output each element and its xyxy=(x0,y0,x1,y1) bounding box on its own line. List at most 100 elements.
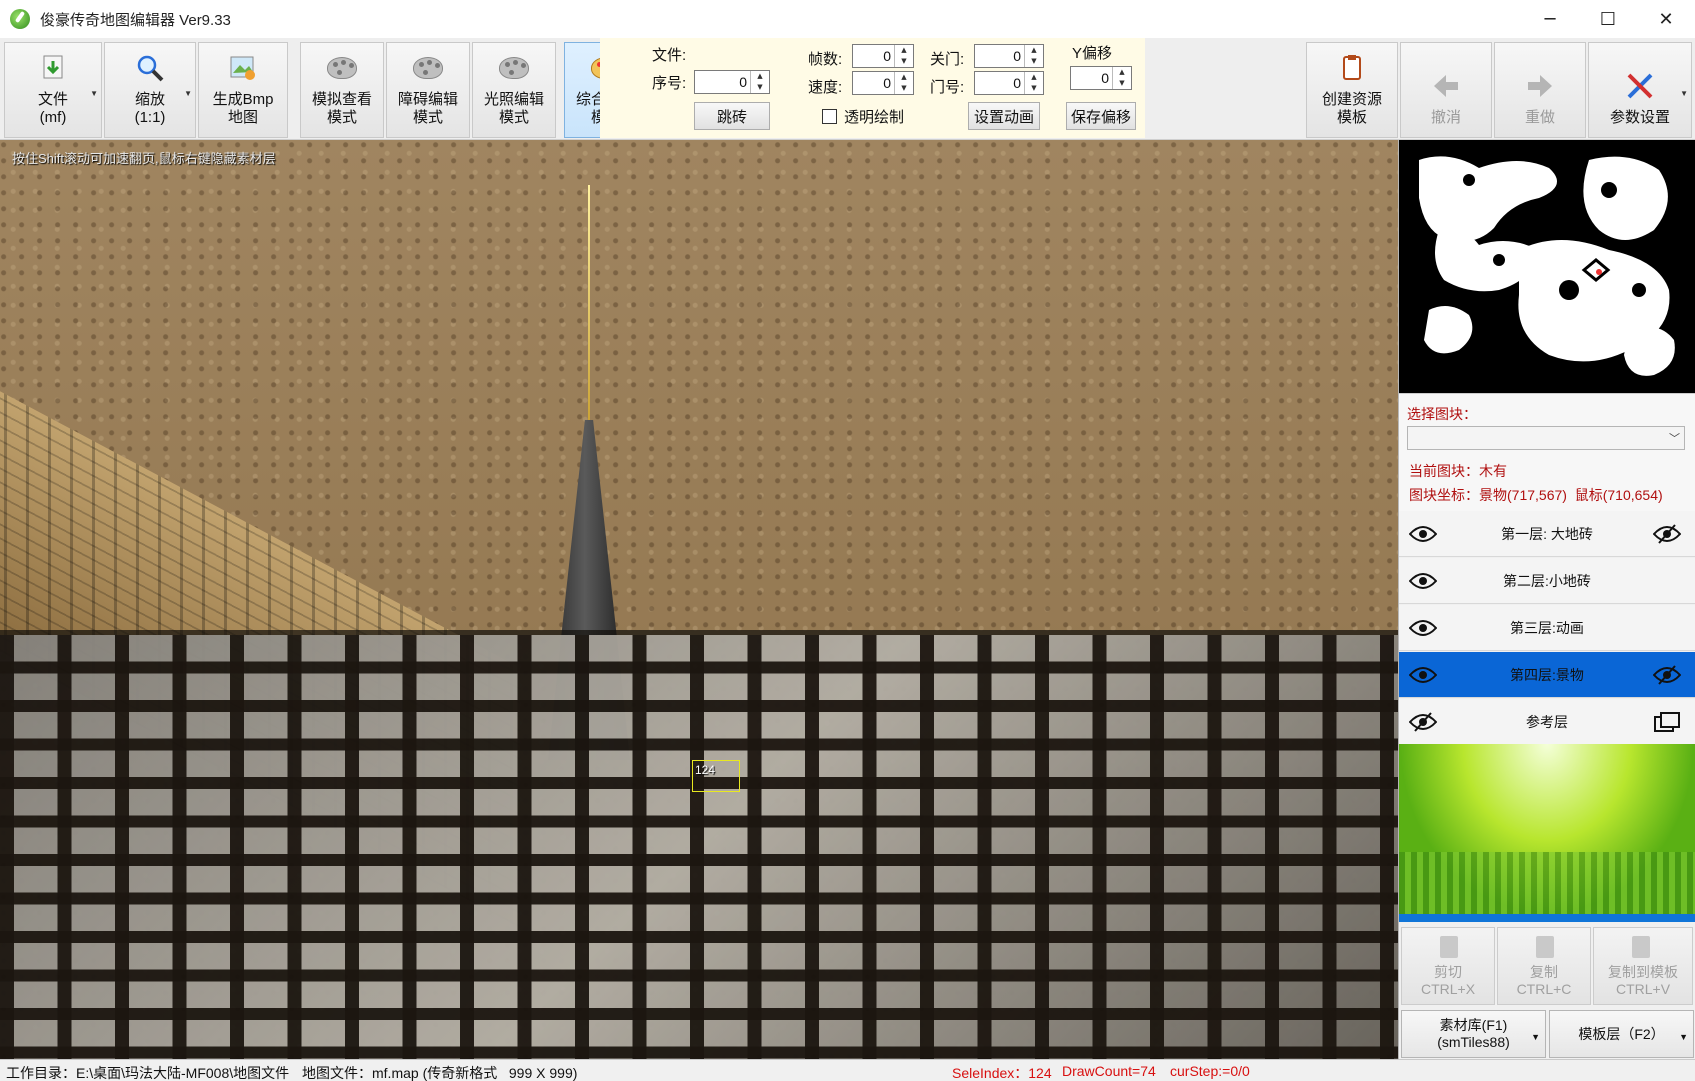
spin-down-icon[interactable]: ▼ xyxy=(895,83,913,94)
material-library-button[interactable]: 素材库(F1) (smTiles88) ▼ xyxy=(1401,1010,1546,1058)
spin-down-icon[interactable]: ▼ xyxy=(895,56,913,67)
frames-value: 0 xyxy=(883,48,891,64)
settings-dropdown-arrow-icon[interactable]: ▼ xyxy=(1680,85,1688,103)
spin-down-icon[interactable]: ▼ xyxy=(1113,78,1131,89)
map-file-info: 地图文件：mf.map (传奇新格式 999 X 999) xyxy=(302,1065,578,1081)
file-dropdown-arrow-icon[interactable]: ▼ xyxy=(90,85,98,103)
clipboard-icon xyxy=(1335,53,1369,83)
gate-stepper[interactable]: 0 ▲ ▼ xyxy=(974,44,1044,68)
window-controls: ─ ☐ ✕ xyxy=(1521,0,1695,38)
generate-bmp-button[interactable]: 生成Bmp 地图 xyxy=(198,42,288,138)
chevron-down-icon: ﹀ xyxy=(1669,433,1680,445)
arrow-left-icon xyxy=(1429,71,1463,101)
minimap[interactable] xyxy=(1399,140,1695,393)
preview-scrollbar[interactable] xyxy=(1399,914,1695,922)
frames-stepper[interactable]: 0 ▲ ▼ xyxy=(852,44,914,68)
tower-spire xyxy=(588,185,590,425)
close-button[interactable]: ✕ xyxy=(1637,0,1695,38)
copy-to-template-button[interactable]: 复制到模板 CTRL+V xyxy=(1593,927,1693,1005)
select-tile-label: 选择图块： xyxy=(1407,406,1477,422)
tile-grid[interactable] xyxy=(0,635,1398,1059)
copy-label: 复制 CTRL+C xyxy=(1516,964,1572,997)
simulate-view-mode-button[interactable]: 模拟查看 模式 xyxy=(300,42,384,138)
clipboard-icon xyxy=(1440,936,1458,958)
minimize-button[interactable]: ─ xyxy=(1521,0,1579,38)
create-resource-template-button[interactable]: 创建资源 模板 xyxy=(1306,42,1398,138)
save-offset-button[interactable]: 保存偏移 xyxy=(1066,102,1136,130)
spin-up-icon[interactable]: ▲ xyxy=(1025,72,1043,83)
spin-up-icon[interactable]: ▲ xyxy=(895,72,913,83)
layer-1-label: 第一层: 大地砖 xyxy=(1501,525,1593,542)
undo-label: 撤消 xyxy=(1430,109,1461,126)
tile-coords-label: 图块坐标：景物(717,567) 鼠标(710,654) xyxy=(1409,487,1663,503)
reference-layer-label: 参考层 xyxy=(1526,713,1568,730)
transparent-draw-checkbox[interactable] xyxy=(822,109,837,124)
spin-up-icon[interactable]: ▲ xyxy=(1113,67,1131,78)
draw-count: DrawCount=74 xyxy=(1062,1063,1156,1079)
layer-2-item[interactable]: 第二层:小地砖 xyxy=(1399,558,1695,604)
zoom-dropdown-arrow-icon[interactable]: ▼ xyxy=(184,85,192,103)
layer-4-label: 第四层:景物 xyxy=(1510,666,1584,683)
reference-layer-item[interactable]: 参考层 xyxy=(1399,699,1695,745)
cut-label: 剪切 CTRL+X xyxy=(1420,964,1476,997)
spin-down-icon[interactable]: ▼ xyxy=(1025,56,1043,67)
jump-button[interactable]: 跳砖 xyxy=(694,102,770,130)
obstacle-edit-mode-button[interactable]: 障碍编辑 模式 xyxy=(386,42,470,138)
template-layer-button[interactable]: 模板层（F2） ▼ xyxy=(1549,1010,1694,1058)
template-dropdown-arrow-icon[interactable]: ▼ xyxy=(1679,1029,1688,1046)
redo-button[interactable]: 重做 xyxy=(1494,42,1586,138)
undo-button[interactable]: 撤消 xyxy=(1400,42,1492,138)
file-prop-label: 文件: xyxy=(652,47,687,64)
selected-tile-marker[interactable]: 124 xyxy=(692,760,740,792)
generate-bmp-label: 生成Bmp 地图 xyxy=(212,91,274,126)
eye-icon[interactable] xyxy=(1409,570,1437,592)
eye-icon[interactable] xyxy=(1409,617,1437,639)
layer-4-item[interactable]: 第四层:景物 xyxy=(1399,652,1695,698)
copy-button[interactable]: 复制 CTRL+C xyxy=(1497,927,1591,1005)
tile-select-panel: 选择图块： ﹀ 当前图块：木有 图块坐标：景物(717,567) 鼠标(710,… xyxy=(1399,393,1695,511)
spin-up-icon[interactable]: ▲ xyxy=(895,45,913,56)
cut-button[interactable]: 剪切 CTRL+X xyxy=(1401,927,1495,1005)
spin-up-icon[interactable]: ▲ xyxy=(751,71,769,82)
spin-down-icon[interactable]: ▼ xyxy=(1025,83,1043,94)
copy-template-label: 复制到模板 CTRL+V xyxy=(1608,964,1678,997)
index-stepper[interactable]: 0 ▲ ▼ xyxy=(694,70,770,94)
sele-index: SeleIndex：124 xyxy=(952,1065,1052,1081)
eye-slash-icon[interactable] xyxy=(1653,664,1681,686)
layer-3-item[interactable]: 第三层:动画 xyxy=(1399,605,1695,651)
main-toolbar: 文件 (mf) ▼ 缩放 (1:1) ▼ 生成Bmp 地图 模拟查看 模式 障碍… xyxy=(0,38,1695,140)
overlap-windows-icon[interactable] xyxy=(1653,711,1681,733)
eye-slash-icon[interactable] xyxy=(1409,711,1437,733)
right-panel: 选择图块： ﹀ 当前图块：木有 图块坐标：景物(717,567) 鼠标(710,… xyxy=(1398,140,1695,1059)
create-template-label: 创建资源 模板 xyxy=(1321,91,1382,126)
parameter-settings-button[interactable]: 参数设置 ▼ xyxy=(1588,42,1692,138)
eye-icon[interactable] xyxy=(1409,523,1437,545)
library-dropdown-arrow-icon[interactable]: ▼ xyxy=(1531,1029,1540,1046)
eye-slash-icon[interactable] xyxy=(1653,523,1681,545)
spin-up-icon[interactable]: ▲ xyxy=(1025,45,1043,56)
gate-label: 关门: xyxy=(930,51,965,68)
maximize-button[interactable]: ☐ xyxy=(1579,0,1637,38)
set-animation-button[interactable]: 设置动画 xyxy=(968,102,1040,130)
title-bar: 俊豪传奇地图编辑器 Ver9.33 ─ ☐ ✕ xyxy=(0,0,1695,38)
window-title: 俊豪传奇地图编辑器 Ver9.33 xyxy=(40,11,231,29)
light-edit-mode-button[interactable]: 光照编辑 模式 xyxy=(472,42,556,138)
clipboard-icon xyxy=(1632,936,1650,958)
simulate-view-label: 模拟查看 模式 xyxy=(311,91,372,126)
transparent-draw-label: 透明绘制 xyxy=(844,109,905,126)
door-stepper[interactable]: 0 ▲ ▼ xyxy=(974,71,1044,95)
eye-icon[interactable] xyxy=(1409,664,1437,686)
spin-down-icon[interactable]: ▼ xyxy=(751,82,769,93)
zoom-button[interactable]: 缩放 (1:1) ▼ xyxy=(104,42,196,138)
palette-icon xyxy=(325,53,359,83)
speed-stepper[interactable]: 0 ▲ ▼ xyxy=(852,71,914,95)
map-canvas[interactable]: 按住Shift滚动可加速翻页,鼠标右键隐藏素材层 124 xyxy=(0,140,1398,1059)
file-button[interactable]: 文件 (mf) ▼ xyxy=(4,42,102,138)
tile-select-dropdown[interactable]: ﹀ xyxy=(1407,426,1685,450)
layer-1-item[interactable]: 第一层: 大地砖 xyxy=(1399,511,1695,557)
y-offset-value: 0 xyxy=(1101,70,1109,86)
palette-icon xyxy=(497,53,531,83)
map-hint-text: 按住Shift滚动可加速翻页,鼠标右键隐藏素材层 xyxy=(12,151,276,166)
y-offset-stepper[interactable]: 0 ▲ ▼ xyxy=(1070,66,1132,90)
status-bar: 工作目录：E:\桌面\玛法大陆-MF008\地图文件 地图文件：mf.map (… xyxy=(0,1059,1695,1081)
